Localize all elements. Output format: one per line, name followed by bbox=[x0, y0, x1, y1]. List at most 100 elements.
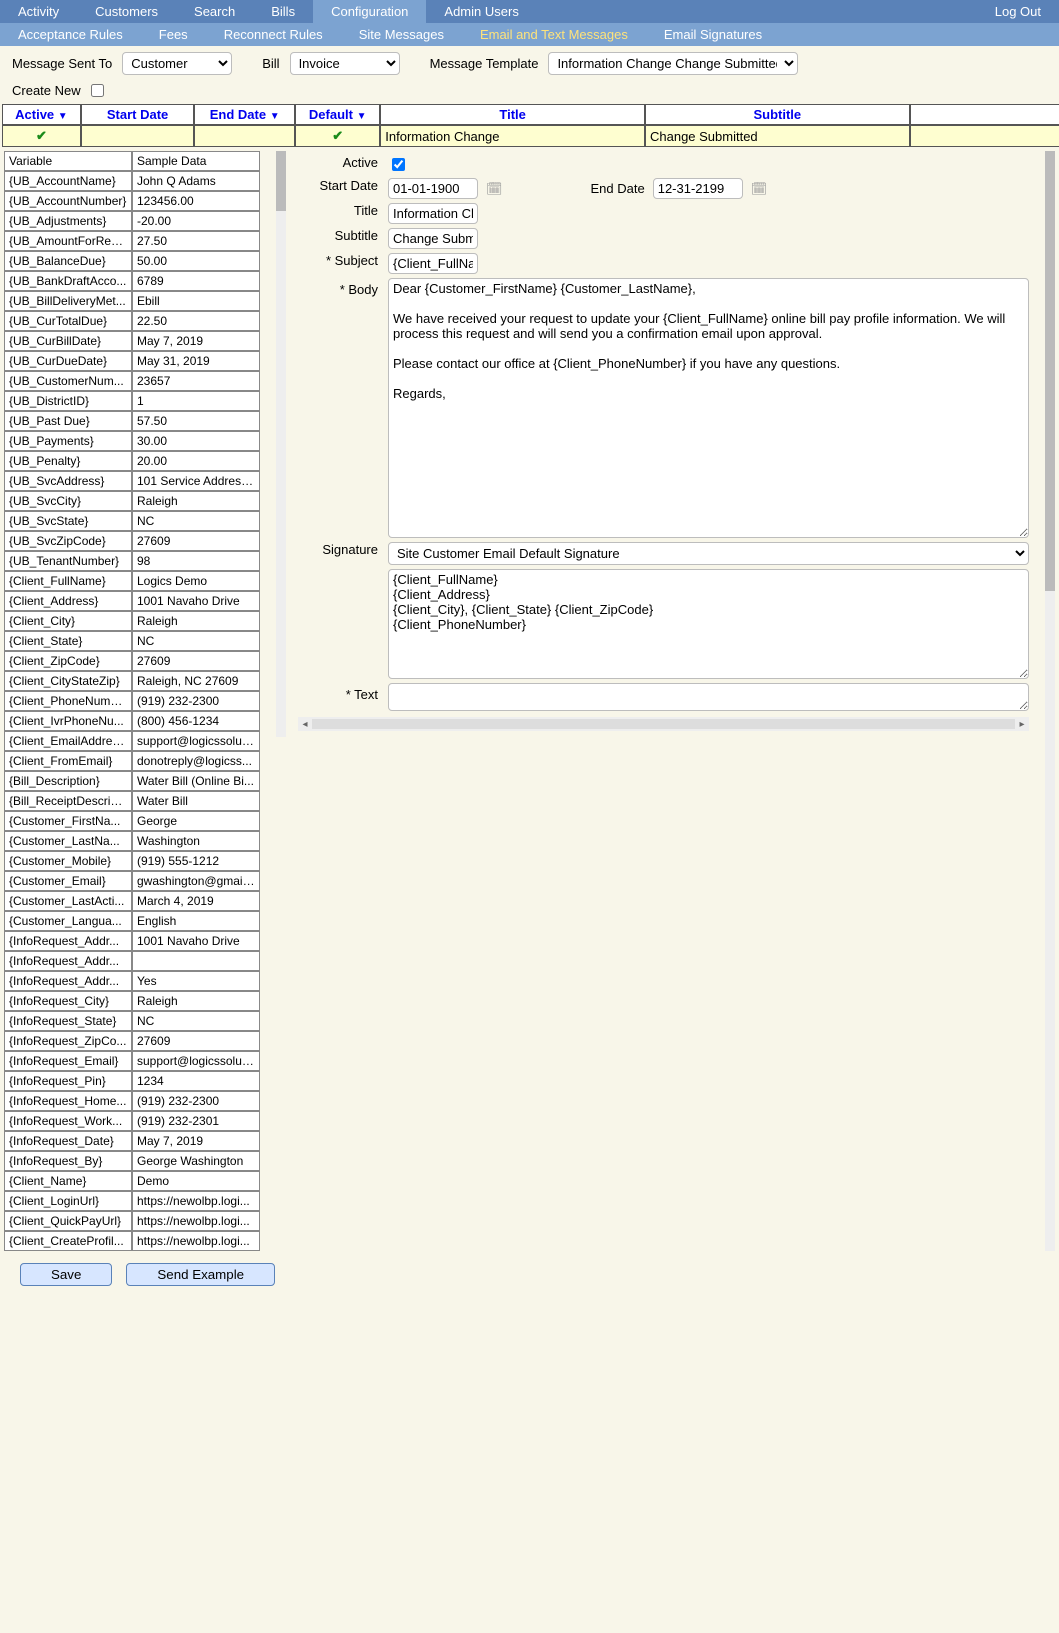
variable-row[interactable]: {Client_QuickPayUrl}https://newolbp.logi… bbox=[4, 1211, 260, 1231]
variable-row[interactable]: {Customer_LastNa...Washington bbox=[4, 831, 260, 851]
variable-row[interactable]: {UB_SvcCity}Raleigh bbox=[4, 491, 260, 511]
calendar-icon[interactable]: 🗓 bbox=[751, 181, 768, 197]
body-textarea[interactable] bbox=[388, 278, 1029, 538]
variable-row[interactable]: {Client_ZipCode}27609 bbox=[4, 651, 260, 671]
variable-row[interactable]: {InfoRequest_Email}support@logicssolut..… bbox=[4, 1051, 260, 1071]
variable-name: {UB_SvcAddress} bbox=[4, 471, 132, 491]
calendar-icon[interactable]: 🗓 bbox=[486, 181, 503, 197]
variable-row[interactable]: {InfoRequest_By}George Washington bbox=[4, 1151, 260, 1171]
variable-row[interactable]: {UB_AccountNumber}123456.00 bbox=[4, 191, 260, 211]
subtitle-input[interactable] bbox=[388, 228, 478, 249]
subnav-acceptance-rules[interactable]: Acceptance Rules bbox=[0, 23, 141, 46]
variable-row[interactable]: {UB_AccountName}John Q Adams bbox=[4, 171, 260, 191]
bill-select[interactable]: Invoice bbox=[290, 52, 400, 75]
right-vscroll[interactable] bbox=[1045, 151, 1055, 1251]
variable-row[interactable]: {Client_LoginUrl}https://newolbp.logi... bbox=[4, 1191, 260, 1211]
nav-customers[interactable]: Customers bbox=[77, 0, 176, 23]
signature-textarea[interactable] bbox=[388, 569, 1029, 679]
variable-row[interactable]: {InfoRequest_Work...(919) 232-2301 bbox=[4, 1111, 260, 1131]
editor-vscroll[interactable] bbox=[276, 151, 286, 737]
variable-row[interactable]: {InfoRequest_Pin}1234 bbox=[4, 1071, 260, 1091]
title-input[interactable] bbox=[388, 203, 478, 224]
variable-row[interactable]: {Bill_Description}Water Bill (Online Bi.… bbox=[4, 771, 260, 791]
variable-row[interactable]: {Customer_FirstNa...George bbox=[4, 811, 260, 831]
subject-input[interactable] bbox=[388, 253, 478, 274]
subnav-reconnect-rules[interactable]: Reconnect Rules bbox=[206, 23, 341, 46]
send-example-button[interactable]: Send Example bbox=[126, 1263, 275, 1286]
create-new-row: Create New bbox=[0, 81, 1059, 104]
nav-activity[interactable]: Activity bbox=[0, 0, 77, 23]
variable-row[interactable]: {UB_CurBillDate}May 7, 2019 bbox=[4, 331, 260, 351]
subnav-site-messages[interactable]: Site Messages bbox=[341, 23, 462, 46]
variable-row[interactable]: {UB_SvcZipCode}27609 bbox=[4, 531, 260, 551]
variable-row[interactable]: {UB_AmountForRec...27.50 bbox=[4, 231, 260, 251]
col-title[interactable]: Title bbox=[380, 104, 645, 125]
variable-row[interactable]: {Customer_LastActi...March 4, 2019 bbox=[4, 891, 260, 911]
variable-row[interactable]: {Client_State}NC bbox=[4, 631, 260, 651]
end-date-input[interactable] bbox=[653, 178, 743, 199]
subnav-fees[interactable]: Fees bbox=[141, 23, 206, 46]
variable-row[interactable]: {Customer_Mobile}(919) 555-1212 bbox=[4, 851, 260, 871]
variable-row[interactable]: {Client_IvrPhoneNu...(800) 456-1234 bbox=[4, 711, 260, 731]
variable-row[interactable]: {UB_BankDraftAcco...6789 bbox=[4, 271, 260, 291]
variable-row[interactable]: {InfoRequest_Date}May 7, 2019 bbox=[4, 1131, 260, 1151]
variable-row[interactable]: {Client_City}Raleigh bbox=[4, 611, 260, 631]
signature-select[interactable]: Site Customer Email Default Signature bbox=[388, 542, 1029, 565]
text-textarea[interactable] bbox=[388, 683, 1029, 711]
variable-row[interactable]: {UB_BillDeliveryMet...Ebill bbox=[4, 291, 260, 311]
variable-row[interactable]: {Client_CityStateZip}Raleigh, NC 27609 bbox=[4, 671, 260, 691]
variable-row[interactable]: {Client_CreateProfil...https://newolbp.l… bbox=[4, 1231, 260, 1251]
col-active[interactable]: Active ▼ bbox=[2, 104, 81, 125]
nav-bills[interactable]: Bills bbox=[253, 0, 313, 23]
variable-sample: https://newolbp.logi... bbox=[132, 1191, 260, 1211]
col-default[interactable]: Default ▼ bbox=[295, 104, 380, 125]
grid-row[interactable]: ✔ ✔ Information Change Change Submitted bbox=[2, 125, 1059, 147]
message-sent-to-select[interactable]: Customer bbox=[122, 52, 232, 75]
variable-row[interactable]: {UB_Adjustments}-20.00 bbox=[4, 211, 260, 231]
nav-search[interactable]: Search bbox=[176, 0, 253, 23]
variable-row[interactable]: {Client_FullName}Logics Demo bbox=[4, 571, 260, 591]
col-subtitle[interactable]: Subtitle bbox=[645, 104, 910, 125]
variable-row[interactable]: {Client_Name}Demo bbox=[4, 1171, 260, 1191]
variable-row[interactable]: {InfoRequest_ZipCo...27609 bbox=[4, 1031, 260, 1051]
variable-row[interactable]: {UB_Payments}30.00 bbox=[4, 431, 260, 451]
variable-row[interactable]: {UB_BalanceDue}50.00 bbox=[4, 251, 260, 271]
variable-row[interactable]: {Client_EmailAddres...support@logicssolu… bbox=[4, 731, 260, 751]
variable-name: {InfoRequest_Addr... bbox=[4, 931, 132, 951]
create-new-checkbox[interactable] bbox=[91, 84, 104, 97]
nav-admin-users[interactable]: Admin Users bbox=[426, 0, 536, 23]
variable-row[interactable]: {UB_SvcAddress}101 Service Address... bbox=[4, 471, 260, 491]
col-end-date[interactable]: End Date ▼ bbox=[194, 104, 295, 125]
editor-hscroll[interactable]: ◂▸ bbox=[298, 717, 1029, 731]
variable-row[interactable]: {UB_Penalty}20.00 bbox=[4, 451, 260, 471]
variable-row[interactable]: {Bill_ReceiptDescrip...Water Bill bbox=[4, 791, 260, 811]
variable-row[interactable]: {Customer_Email}gwashington@gmail... bbox=[4, 871, 260, 891]
variable-row[interactable]: {UB_CurDueDate}May 31, 2019 bbox=[4, 351, 260, 371]
nav-logout[interactable]: Log Out bbox=[977, 0, 1059, 23]
save-button[interactable]: Save bbox=[20, 1263, 112, 1286]
variable-row[interactable]: {Client_PhoneNumb...(919) 232-2300 bbox=[4, 691, 260, 711]
active-checkbox[interactable] bbox=[392, 158, 405, 171]
start-date-input[interactable] bbox=[388, 178, 478, 199]
col-start-date[interactable]: Start Date bbox=[81, 104, 194, 125]
variable-row[interactable]: {InfoRequest_Addr... bbox=[4, 951, 260, 971]
variable-row[interactable]: {Client_FromEmail}donotreply@logicss... bbox=[4, 751, 260, 771]
variable-row[interactable]: {InfoRequest_Home...(919) 232-2300 bbox=[4, 1091, 260, 1111]
variable-row[interactable]: {InfoRequest_City}Raleigh bbox=[4, 991, 260, 1011]
nav-configuration[interactable]: Configuration bbox=[313, 0, 426, 23]
variable-row[interactable]: {Client_Address}1001 Navaho Drive bbox=[4, 591, 260, 611]
variable-row[interactable]: {UB_SvcState}NC bbox=[4, 511, 260, 531]
variable-row[interactable]: {UB_TenantNumber}98 bbox=[4, 551, 260, 571]
variable-row[interactable]: {InfoRequest_Addr...1001 Navaho Drive bbox=[4, 931, 260, 951]
variable-row[interactable]: {InfoRequest_Addr...Yes bbox=[4, 971, 260, 991]
variable-row[interactable]: {Customer_Langua...English bbox=[4, 911, 260, 931]
variable-row[interactable]: {UB_DistrictID}1 bbox=[4, 391, 260, 411]
subnav-email-text-messages[interactable]: Email and Text Messages bbox=[462, 23, 646, 46]
variable-row[interactable]: {UB_Past Due}57.50 bbox=[4, 411, 260, 431]
subnav-email-signatures[interactable]: Email Signatures bbox=[646, 23, 780, 46]
message-template-select[interactable]: Information Change Change Submitted bbox=[548, 52, 798, 75]
variable-row[interactable]: {InfoRequest_State}NC bbox=[4, 1011, 260, 1031]
variable-name: {Client_EmailAddres... bbox=[4, 731, 132, 751]
variable-row[interactable]: {UB_CustomerNum...23657 bbox=[4, 371, 260, 391]
variable-row[interactable]: {UB_CurTotalDue}22.50 bbox=[4, 311, 260, 331]
